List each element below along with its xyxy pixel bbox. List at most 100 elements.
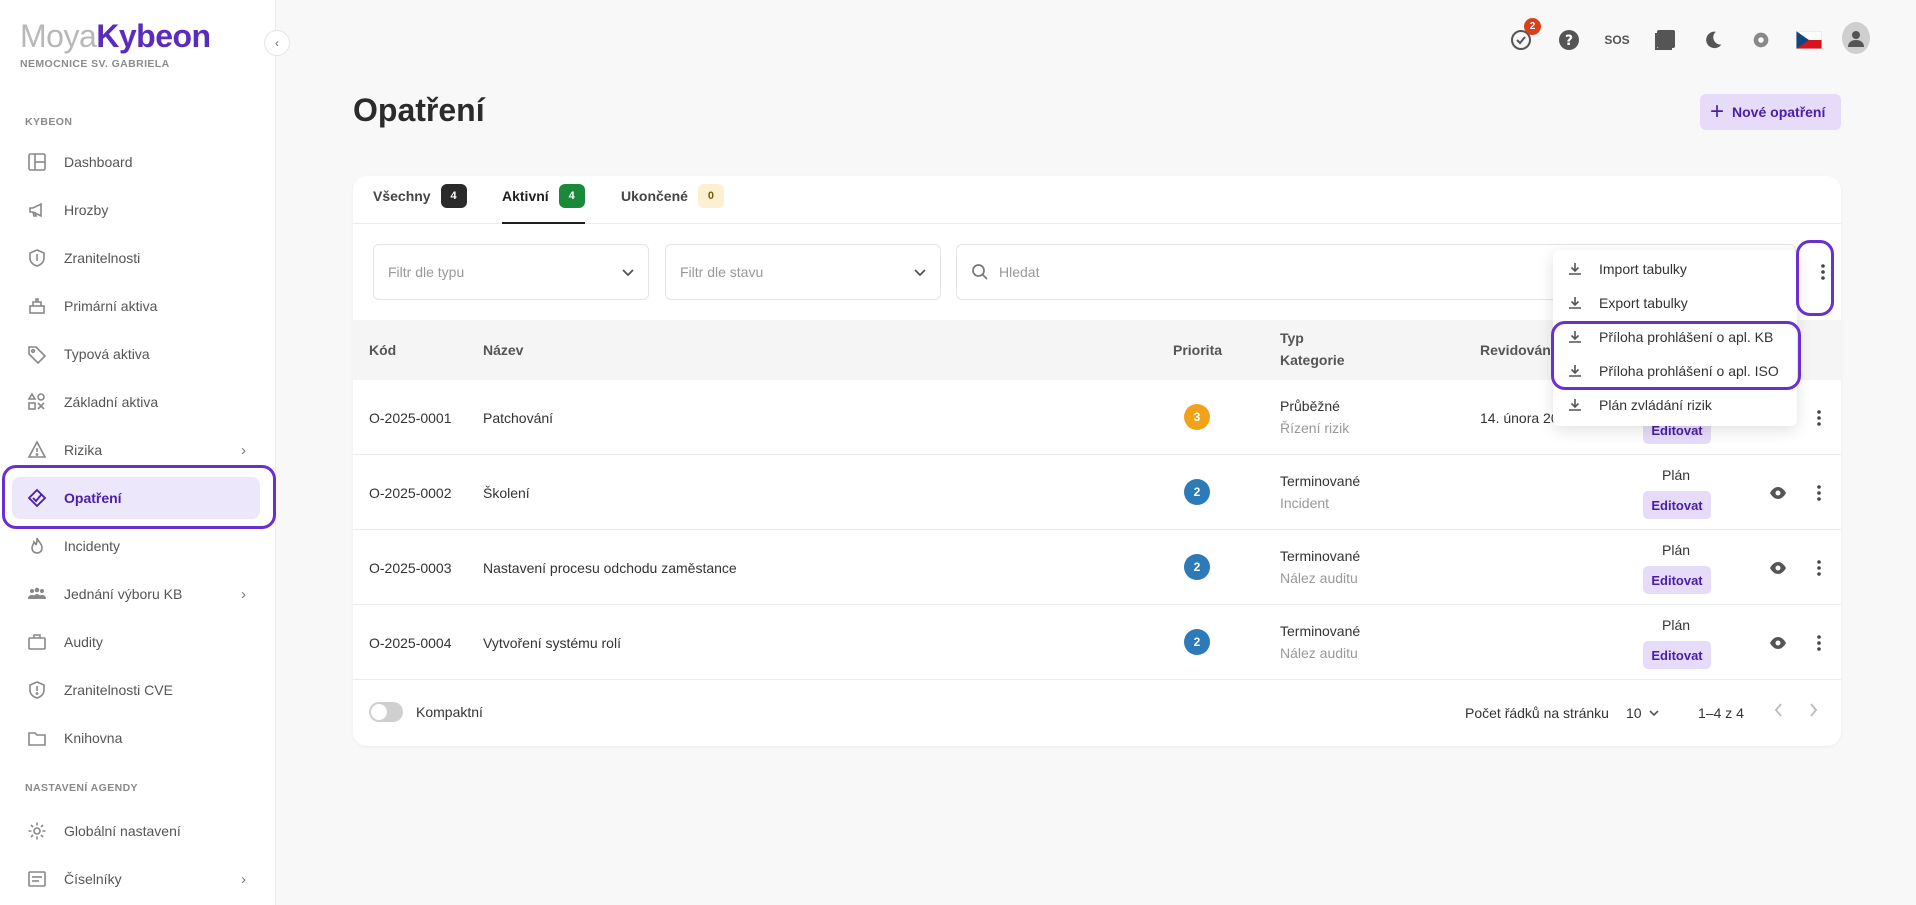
column-header-category[interactable]: Kategorie xyxy=(1280,352,1345,368)
sidebar-item-jednani-vyboru[interactable]: Jednání výboru KB › xyxy=(12,573,260,615)
sidebar-item-knihovna[interactable]: Knihovna xyxy=(12,717,260,759)
table-row[interactable]: O-2025-0003 Nastavení procesu odchodu za… xyxy=(353,530,1841,605)
sidebar-item-label: Knihovna xyxy=(64,730,123,746)
row-menu-button[interactable] xyxy=(1809,633,1829,653)
section-label-nastaveni: NASTAVENÍ AGENDY xyxy=(25,782,138,794)
sidebar-item-label: Incidenty xyxy=(64,538,121,554)
cell-category: Řízení rizik xyxy=(1280,420,1350,436)
row-menu-button[interactable] xyxy=(1809,408,1829,428)
tab-aktivni[interactable]: Aktivní 4 xyxy=(502,184,585,224)
chevron-right-icon: › xyxy=(241,870,246,888)
warning-icon xyxy=(26,439,48,461)
sidebar-item-zakladni-aktiva[interactable]: Základní aktiva xyxy=(12,381,260,423)
column-header-type[interactable]: Typ xyxy=(1280,330,1304,346)
cell-name: Nastavení procesu odchodu zaměstance xyxy=(483,560,737,576)
sidebar-item-incidenty[interactable]: Incidenty xyxy=(12,525,260,567)
sidebar-item-label: Opatření xyxy=(64,490,122,506)
table-footer: Kompaktní Počet řádků na stránku 10 1–4 … xyxy=(353,686,1841,736)
sidebar-item-primarni-aktiva[interactable]: Primární aktiva xyxy=(12,285,260,327)
sidebar-item-typova-aktiva[interactable]: Typová aktiva xyxy=(12,333,260,375)
table-options-button[interactable] xyxy=(1813,262,1833,282)
prev-page-button[interactable] xyxy=(1773,702,1785,721)
svg-text:?: ? xyxy=(1565,33,1573,49)
logo-part2: Kybeon xyxy=(96,18,211,54)
tasks-button[interactable]: 2 xyxy=(1507,18,1541,54)
list-icon xyxy=(26,868,48,890)
priority-badge: 2 xyxy=(1184,629,1210,655)
edit-button[interactable]: Editovat xyxy=(1643,566,1711,594)
language-button[interactable] xyxy=(1795,26,1823,54)
eye-icon xyxy=(1770,637,1786,649)
sidebar-item-label: Audity xyxy=(64,634,103,650)
user-menu-button[interactable] xyxy=(1842,22,1870,54)
dark-mode-button[interactable] xyxy=(1699,26,1727,54)
sos-button[interactable]: SOS xyxy=(1603,26,1631,54)
cell-category: Nález auditu xyxy=(1280,645,1358,661)
sidebar-item-rizika[interactable]: Rizika › xyxy=(12,429,260,471)
column-header-code[interactable]: Kód xyxy=(369,342,396,358)
tab-label: Všechny xyxy=(373,188,431,204)
cell-name: Patchování xyxy=(483,410,554,426)
pdf-button[interactable] xyxy=(1651,26,1679,54)
tag-icon xyxy=(26,343,48,365)
fire-icon xyxy=(26,535,48,557)
menu-item-import[interactable]: Import tabulky xyxy=(1553,252,1797,286)
menu-item-label: Příloha prohlášení o apl. KB xyxy=(1599,329,1774,345)
sidebar-item-opatreni[interactable]: Opatření xyxy=(12,477,260,519)
menu-item-priloha-iso[interactable]: Příloha prohlášení o apl. ISO xyxy=(1553,354,1797,388)
section-label-kybeon: KYBEON xyxy=(25,116,73,128)
help-icon: ? xyxy=(1559,30,1579,50)
sidebar-item-hrozby[interactable]: Hrozby xyxy=(12,189,260,231)
tasks-badge: 2 xyxy=(1524,18,1541,35)
sidebar-item-audity[interactable]: Audity xyxy=(12,621,260,663)
sidebar-item-globalni-nastaveni[interactable]: Globální nastavení xyxy=(12,810,260,852)
menu-item-plan-rizik[interactable]: Plán zvládání rizik xyxy=(1553,388,1797,422)
download-icon xyxy=(1567,397,1587,413)
sidebar-item-zranitelnosti-cve[interactable]: Zranitelnosti CVE xyxy=(12,669,260,711)
compact-toggle[interactable] xyxy=(369,702,403,722)
row-menu-button[interactable] xyxy=(1809,483,1829,503)
table-row[interactable]: O-2025-0002 Školení 2 Terminované Incide… xyxy=(353,455,1841,530)
moon-icon xyxy=(1706,31,1722,49)
help-button[interactable]: ? xyxy=(1555,26,1583,54)
gear-icon xyxy=(1753,32,1769,48)
cell-type: Terminované xyxy=(1280,473,1361,489)
tab-vsechny[interactable]: Všechny 4 xyxy=(373,184,467,224)
menu-item-priloha-kb[interactable]: Příloha prohlášení o apl. KB xyxy=(1553,320,1797,354)
edit-button[interactable]: Editovat xyxy=(1643,491,1711,519)
sidebar-collapse-button[interactable]: ‹ xyxy=(264,30,290,56)
table-row[interactable]: O-2025-0004 Vytvoření systému rolí 2 Ter… xyxy=(353,605,1841,680)
settings-button[interactable] xyxy=(1747,26,1775,54)
sidebar-item-dashboard[interactable]: Dashboard xyxy=(12,141,260,183)
logo[interactable]: MoyaKybeon NEMOCNICE SV. GABRIELA xyxy=(20,20,211,70)
tab-ukoncene[interactable]: Ukončené 0 xyxy=(621,184,724,224)
sidebar-item-ciselniky[interactable]: Číselníky › xyxy=(12,858,260,900)
view-button[interactable] xyxy=(1768,633,1788,653)
tab-label: Ukončené xyxy=(621,188,688,204)
column-header-revised[interactable]: Revidováno xyxy=(1480,342,1559,358)
new-measure-button[interactable]: + Nové opatření xyxy=(1700,94,1841,130)
sidebar-item-zranitelnosti[interactable]: Zranitelnosti xyxy=(12,237,260,279)
rows-per-page-select[interactable]: 10 xyxy=(1626,705,1660,721)
menu-item-label: Import tabulky xyxy=(1599,261,1687,277)
edit-button[interactable]: Editovat xyxy=(1643,641,1711,669)
filter-state-select[interactable]: Filtr dle stavu xyxy=(665,244,941,300)
next-page-button[interactable] xyxy=(1807,702,1819,721)
dashboard-icon xyxy=(26,151,48,173)
chevron-right-icon: › xyxy=(241,585,246,603)
filter-type-select[interactable]: Filtr dle typu xyxy=(373,244,649,300)
avatar xyxy=(1842,22,1870,54)
column-header-name[interactable]: Název xyxy=(483,342,523,358)
menu-item-label: Příloha prohlášení o apl. ISO xyxy=(1599,363,1779,379)
sidebar-item-label: Rizika xyxy=(64,442,103,458)
column-header-priority[interactable]: Priorita xyxy=(1173,342,1222,358)
cell-category: Incident xyxy=(1280,495,1330,511)
row-menu-button[interactable] xyxy=(1809,558,1829,578)
view-button[interactable] xyxy=(1768,483,1788,503)
sidebar-item-label: Zranitelnosti xyxy=(64,250,141,266)
tab-count: 4 xyxy=(558,184,585,208)
shield-icon xyxy=(26,247,48,269)
gear-icon xyxy=(26,820,48,842)
menu-item-export[interactable]: Export tabulky xyxy=(1553,286,1797,320)
view-button[interactable] xyxy=(1768,558,1788,578)
